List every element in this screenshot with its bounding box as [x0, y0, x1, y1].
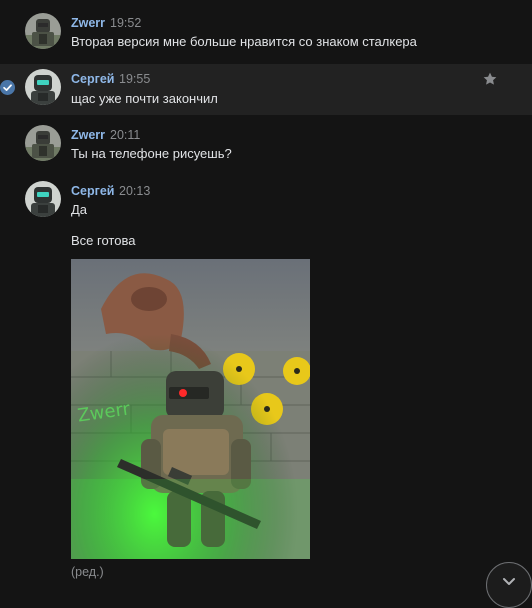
message-text: щас уже почти закончил: [71, 91, 218, 106]
message-time: 20:13: [119, 184, 151, 198]
attached-image[interactable]: Zwerr: [71, 259, 310, 559]
avatar-zwerr[interactable]: [25, 13, 61, 49]
message-time: 20:11: [110, 128, 141, 142]
message-time: 19:52: [110, 16, 142, 30]
message-time: 19:55: [119, 72, 151, 86]
message-text: Да: [71, 202, 88, 217]
edited-label: (ред.): [71, 565, 104, 579]
message-text: Ты на телефоне рисуешь?: [71, 146, 232, 161]
star-icon[interactable]: [482, 71, 498, 87]
avatar-sergey[interactable]: [25, 181, 61, 217]
message-row[interactable]: Zwerr 20:11 Ты на телефоне рисуешь?: [0, 120, 532, 170]
message-author[interactable]: Сергей: [71, 72, 114, 86]
scroll-down-button[interactable]: [486, 562, 532, 608]
check-circle-icon[interactable]: [0, 80, 15, 95]
message-author[interactable]: Сергей: [71, 184, 114, 198]
message-text: Все готова: [71, 233, 136, 248]
avatar-sergey[interactable]: [25, 69, 61, 105]
chevron-down-icon: [503, 578, 515, 585]
message-author[interactable]: Zwerr: [71, 16, 105, 30]
message-author[interactable]: Zwerr: [71, 128, 105, 142]
avatar-zwerr[interactable]: [25, 125, 61, 161]
message-row[interactable]: Zwerr 19:52 Вторая версия мне больше нра…: [0, 8, 532, 58]
message-text: Вторая версия мне больше нравится со зна…: [71, 34, 417, 49]
message-row-selected[interactable]: Сергей 19:55 щас уже почти закончил: [0, 64, 532, 115]
